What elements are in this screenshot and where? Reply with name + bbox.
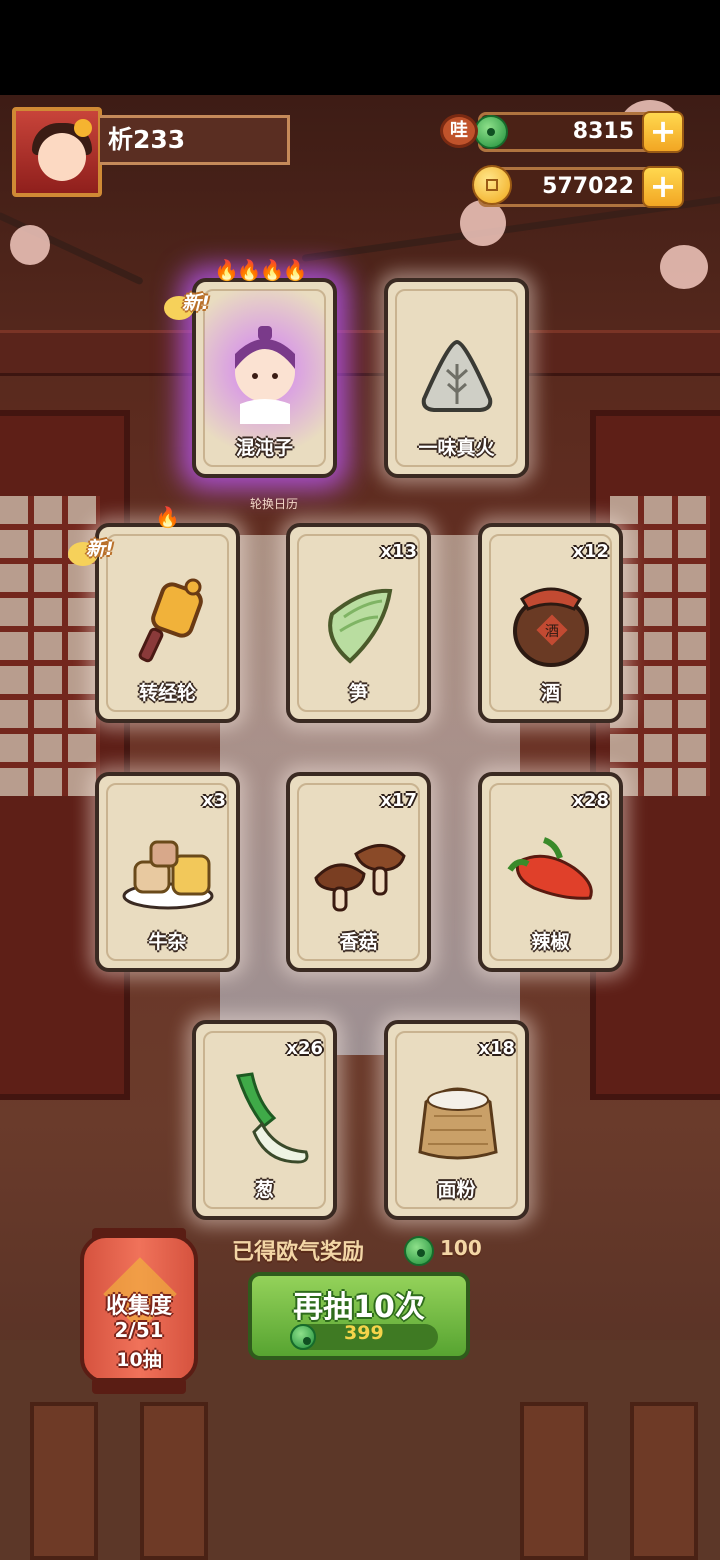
lantern-base — [92, 1378, 186, 1394]
card-label: 辣椒 — [531, 931, 570, 953]
result-card[interactable]: 一味真火 — [384, 278, 529, 478]
result-card[interactable]: x17 香菇 — [286, 772, 431, 972]
add-gold-button[interactable]: + — [642, 166, 684, 208]
result-card[interactable]: x3 牛杂 — [95, 772, 240, 972]
rarity-flames-icon: 🔥 — [155, 505, 180, 529]
collection-progress-button[interactable]: 收集度 2/51 10抽 — [80, 1234, 198, 1384]
railing-post — [30, 1402, 98, 1560]
blossom — [10, 225, 50, 265]
card-label: 混沌子 — [235, 437, 293, 459]
item-quantity: x13 — [380, 541, 417, 562]
result-card[interactable]: x13 笋 — [286, 523, 431, 723]
card-label: 笋 — [348, 682, 368, 704]
player-name: 析233 — [108, 125, 186, 154]
scallion-icon — [236, 1072, 309, 1164]
left-door — [0, 410, 130, 1100]
railing-post — [140, 1402, 208, 1560]
wa-badge: 哇 — [440, 114, 478, 148]
draw-ten-label: 再抽10次 — [293, 1290, 425, 1325]
item-quantity: x3 — [201, 790, 226, 811]
item-quantity: x28 — [572, 790, 609, 811]
collection-progress: 2/51 — [114, 1318, 164, 1342]
right-door — [590, 410, 720, 1100]
jar-label: 酒 — [545, 624, 559, 640]
jade-coin-icon — [404, 1236, 434, 1266]
result-card[interactable]: x28 辣椒 — [478, 772, 623, 972]
player-avatar[interactable] — [12, 107, 102, 197]
railing-post — [520, 1402, 588, 1560]
luck-reward-text: 已得欧气奖励 — [232, 1240, 365, 1265]
roof-beam — [0, 330, 720, 376]
new-badge: 新! — [68, 534, 132, 570]
jade-coin-icon — [290, 1324, 316, 1350]
card-label: 香菇 — [339, 931, 378, 953]
bamboo-shoot-icon — [328, 588, 393, 664]
blossom — [660, 245, 708, 289]
chili-pepper-icon — [507, 837, 593, 900]
flour-sack-icon — [418, 1087, 498, 1160]
card-label: 一味真火 — [418, 437, 495, 459]
rice-dumpling-icon — [421, 339, 493, 412]
result-card[interactable]: x26 葱 — [192, 1020, 337, 1220]
hero-caption: 轮换日历 — [250, 497, 299, 511]
card-label: 牛杂 — [148, 931, 187, 953]
card-label: 葱 — [254, 1179, 274, 1201]
wine-jar-icon: 酒 — [513, 587, 589, 667]
new-badge: 新! — [164, 288, 228, 324]
item-quantity: x18 — [478, 1038, 515, 1059]
draw-cost: 399 — [344, 1322, 384, 1344]
card-label: 面粉 — [437, 1179, 476, 1201]
card-label: 酒 — [540, 682, 560, 704]
draw-ten-button[interactable]: 再抽10次 399 — [248, 1272, 470, 1360]
result-card[interactable]: x12 酒 酒 — [478, 523, 623, 723]
vip-badge-icon — [74, 119, 92, 137]
mushroom-icon — [314, 844, 406, 912]
item-quantity: x26 — [286, 1038, 323, 1059]
hundunzi-character-icon — [235, 326, 295, 424]
prayer-wheel-icon — [138, 578, 203, 663]
jade-amount: 8315 — [572, 119, 634, 144]
luck-reward-value: 100 — [440, 1236, 482, 1260]
status-bar — [0, 0, 720, 95]
item-quantity: x17 — [380, 790, 417, 811]
add-jade-button[interactable]: + — [642, 111, 684, 153]
card-label: 转经轮 — [138, 682, 196, 704]
collection-title: 收集度 — [105, 1294, 172, 1319]
result-card[interactable]: x18 面粉 — [384, 1020, 529, 1220]
beef-offal-icon — [122, 840, 214, 910]
gold-amount: 577022 — [542, 174, 634, 199]
item-quantity: x12 — [572, 541, 609, 562]
collection-draw-count: 10抽 — [116, 1349, 162, 1371]
railing-post — [630, 1402, 698, 1560]
rarity-flames-icon: 🔥🔥🔥🔥 — [214, 258, 308, 282]
